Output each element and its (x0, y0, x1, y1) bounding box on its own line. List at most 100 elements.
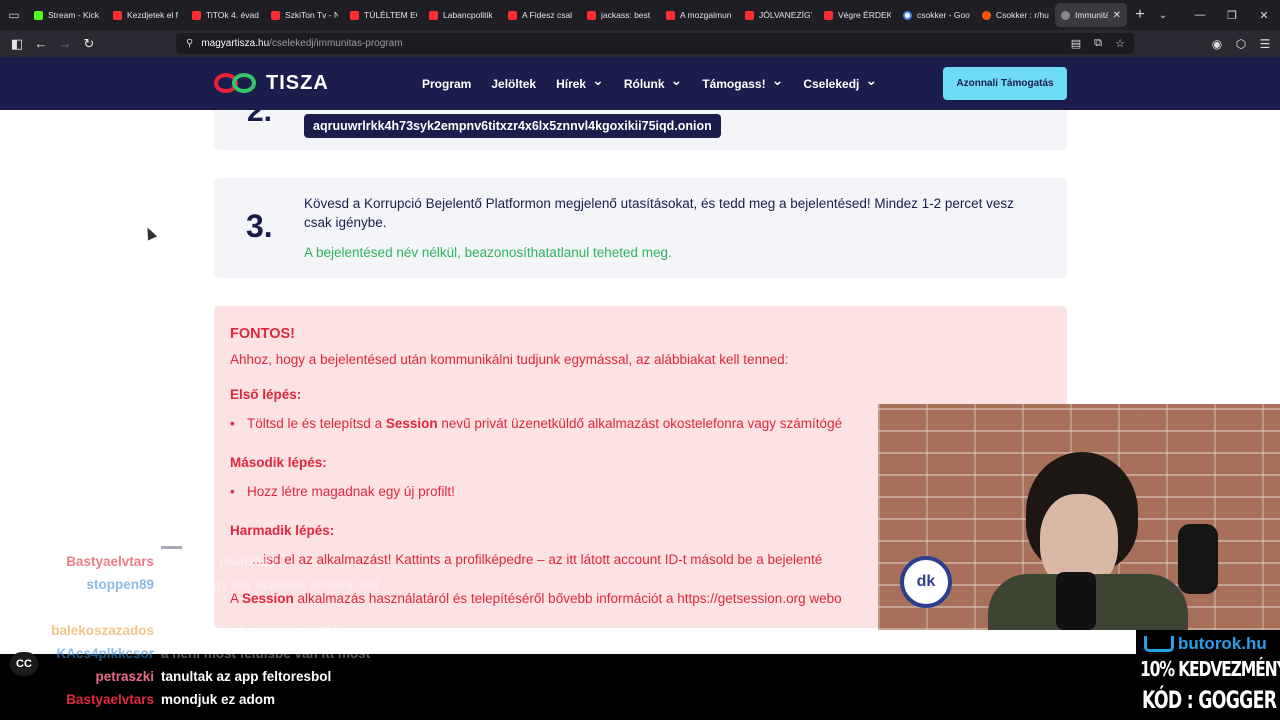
chat-divider (161, 546, 182, 549)
chat-message: Bastyaelvtars végtelen munkaiD (0, 550, 600, 572)
chat-message: stoppen89 nézzél egy kis szakács istvánt.… (0, 573, 600, 595)
tisza-logo-icon (214, 71, 260, 95)
nav-item[interactable]: Hírek ⌄ (556, 72, 604, 91)
chat-text: tanultak az app feltoresbol (161, 668, 332, 684)
chat-username: stoppen89 (86, 576, 154, 592)
browser-tab[interactable]: csokker - Goo (897, 3, 976, 27)
url-path: /cselekedj/immunitas-program (269, 38, 403, 49)
browser-tab[interactable]: TÚLÉLTEM EG (344, 3, 423, 27)
youtube-favicon-icon (113, 10, 122, 20)
browser-tab[interactable]: TiTOk 4. évad (186, 3, 265, 27)
nav-item[interactable]: Cselekedj ⌄ (803, 72, 877, 91)
site-info-icon[interactable]: ⚲ (186, 38, 193, 49)
nav-item-label: Rólunk (623, 76, 665, 91)
youtube-favicon-icon (271, 10, 280, 20)
browser-tab[interactable]: Stream - Kick (28, 3, 107, 27)
reload-button[interactable]: ↻ (77, 30, 101, 57)
webcam-overlay: dk (878, 404, 1280, 630)
sponsor-logo: butorok.hu (1144, 634, 1267, 654)
browser-tab[interactable]: SzkiTon Tv - N (265, 3, 344, 27)
chat-text: az ávó (161, 599, 203, 615)
chat-username: petraszki (95, 668, 154, 684)
captions-button[interactable]: CC (10, 652, 38, 676)
step-text: Kövesd a Korrupció Bejelentő Platformon … (304, 196, 1014, 230)
bookmark-star-icon[interactable]: ☆ (1112, 37, 1128, 50)
donate-now-button[interactable]: Azonnali Támogatás (943, 67, 1067, 100)
step-number: 3. (246, 208, 273, 244)
kick-favicon-icon (34, 10, 43, 20)
step-number: 2. (247, 110, 273, 128)
chat-username: Bastyaelvtars (66, 553, 154, 569)
youtube-favicon-icon (745, 10, 754, 20)
nav-item[interactable]: Támogass! ⌄ (702, 72, 783, 91)
tab-label: A Fidesz csal (522, 10, 573, 20)
tab-label: JÓLVANEZÍGY (759, 10, 812, 20)
new-tab-button[interactable]: + (1127, 6, 1153, 24)
tab-strip: Stream - Kick Kezdjetek el f TiTOk 4. évad… (28, 0, 1127, 30)
tab-label: Kezdjetek el f (127, 10, 179, 20)
account-icon[interactable]: ◉ (1208, 37, 1226, 51)
browser-tab-bar: ▭ Stream - Kick Kezdjetek el f TiTOk 4. év… (0, 0, 1280, 30)
sidebar-toggle-icon[interactable]: ◧ (5, 30, 29, 57)
maximize-button[interactable]: ❐ (1216, 9, 1248, 22)
chat-text: mondjuk ez adom (161, 691, 276, 707)
chat-text: el a kezekkel a korrupciótól! (161, 622, 342, 638)
menu-icon[interactable]: ☰ (1256, 37, 1274, 51)
chat-username: balekoszazados (51, 622, 154, 638)
browser-tab[interactable]: A Fidesz csal (502, 3, 581, 27)
youtube-favicon-icon (824, 10, 833, 20)
youtube-favicon-icon (192, 10, 201, 20)
important-intro: Ahhoz, hogy a bejelentésed után kommunik… (230, 352, 789, 367)
nav-item-label: Hírek (556, 76, 587, 91)
chat-message: az ávó (0, 596, 600, 618)
youtube-favicon-icon (350, 10, 359, 20)
sofa-icon (1144, 636, 1174, 652)
browser-tab[interactable]: Csokker : r/hu (976, 3, 1055, 27)
chat-username: KAcs4plkkcsor (56, 645, 154, 661)
first-step-heading: Első lépés: (230, 387, 302, 402)
chat-message: Bastyaelvtars mondjuk ez adom (0, 688, 600, 710)
browser-tab[interactable]: Végre ÉRDEKE (818, 3, 897, 27)
reddit-favicon-icon (982, 10, 991, 20)
headphones-icon (1178, 524, 1218, 594)
url-bar[interactable]: ⚲ magyartisza.hu/cselekedj/immunitas-pro… (176, 33, 1134, 54)
back-button[interactable]: ← (29, 30, 53, 57)
sponsor-discount: 10% KEDVEZMÉNY (1140, 657, 1280, 681)
chevron-down-icon: ⌄ (670, 72, 683, 88)
nav-item[interactable]: Jelöltek (491, 77, 536, 91)
nav-item[interactable]: Program (422, 77, 471, 91)
tisza-logo[interactable]: TISZA (214, 71, 329, 95)
chat-text: végtelen munkaiD (161, 553, 277, 569)
tab-list-chevron-icon[interactable]: ⌄ (1153, 10, 1173, 21)
browser-tab[interactable]: Immunitás ✕ (1055, 3, 1127, 27)
google-favicon-icon (903, 10, 912, 20)
tab-overview-icon[interactable]: ▭ (0, 0, 28, 30)
browser-tab[interactable]: Labancpolitik (423, 3, 502, 27)
extensions-icon[interactable]: ⬡ (1232, 37, 1250, 51)
forward-button[interactable]: → (53, 30, 77, 57)
close-window-button[interactable]: ✕ (1248, 9, 1280, 22)
tab-label: csokker - Goo (917, 10, 970, 20)
minimize-button[interactable]: — (1184, 9, 1216, 22)
second-step-item: • Hozz létre magadnak egy új profilt! (230, 484, 455, 499)
onion-address[interactable]: aqruuwrlrkk4h73syk2empnv6titxzr4x6lx5znn… (304, 114, 721, 138)
sponsor-banner: butorok.hu 10% KEDVEZMÉNY KÓD : GOGGER (1136, 630, 1280, 720)
translate-icon[interactable]: ⧉ (1090, 37, 1106, 50)
tisza-favicon-icon (1061, 10, 1070, 20)
reader-view-icon[interactable]: ▤ (1068, 37, 1084, 50)
chat-message: petraszki tanultak az app feltoresbol (0, 665, 600, 687)
chat-username: Bastyaelvtars (66, 691, 154, 707)
tab-label: TÚLÉLTEM EG (364, 10, 417, 20)
tab-label: Stream - Kick (48, 10, 100, 20)
browser-tab[interactable]: Kezdjetek el f (107, 3, 186, 27)
nav-item[interactable]: Rólunk ⌄ (623, 72, 682, 91)
chevron-down-icon: ⌄ (771, 72, 784, 88)
browser-tab[interactable]: jackass: best (581, 3, 660, 27)
nav-item-label: Cselekedj (803, 76, 860, 91)
chat-message: KAcs4plkkcsor a néni most felülsbe van it… (0, 642, 600, 664)
close-tab-icon[interactable]: ✕ (1113, 10, 1121, 21)
browser-tab[interactable]: A mozgalmun (660, 3, 739, 27)
main-nav: Program Jelöltek Hírek ⌄ Rólunk ⌄ Támogass! ⌄ Cs… (422, 57, 877, 110)
microphone-icon (1056, 572, 1096, 630)
browser-tab[interactable]: JÓLVANEZÍGY (739, 3, 818, 27)
